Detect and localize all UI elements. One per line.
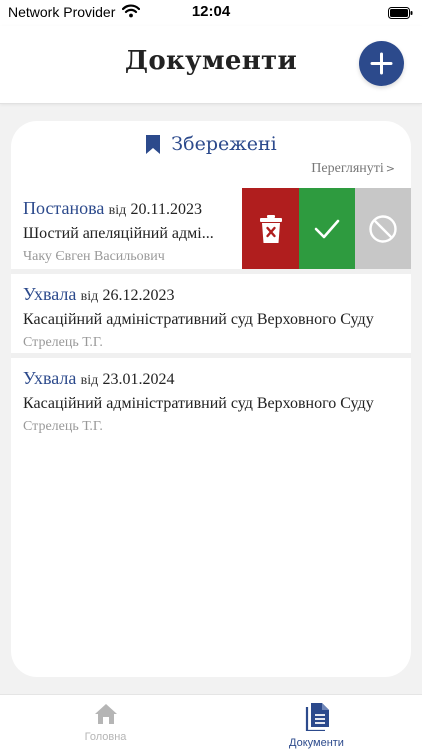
delete-button[interactable]	[242, 188, 299, 269]
date-prefix: від	[80, 289, 99, 304]
judge-name: Стрелець Т.Г.	[23, 335, 103, 350]
check-icon	[314, 219, 340, 238]
cancel-button[interactable]	[355, 188, 411, 269]
trash-icon	[259, 214, 282, 243]
court-name: Касаційний адміністративний суд Верховно…	[23, 311, 374, 328]
document-row[interactable]: Постанова від 20.11.2023 Шостий апеляцій…	[11, 188, 411, 269]
tab-home[interactable]: Головна	[0, 703, 211, 743]
viewed-link[interactable]: Переглянуті >	[311, 161, 395, 177]
judge-name: Стрелець Т.Г.	[23, 419, 103, 434]
document-date: 23.01.2024	[102, 371, 175, 388]
document-type: Ухвала	[23, 368, 77, 388]
app-header: Документи	[0, 26, 422, 104]
confirm-button[interactable]	[299, 188, 355, 269]
add-document-button[interactable]	[359, 41, 404, 86]
document-type: Постанова	[23, 198, 105, 218]
tab-home-label: Головна	[84, 731, 127, 743]
saved-title: Збережені	[171, 133, 277, 155]
document-icon	[305, 703, 329, 731]
viewed-link-label: Переглянуті	[311, 161, 384, 176]
document-row-content: Постанова від 20.11.2023 Шостий апеляцій…	[23, 198, 228, 265]
document-row-content: Ухвала від 23.01.2024 Касаційний адмініс…	[23, 368, 393, 435]
document-date: 20.11.2023	[130, 201, 202, 218]
block-icon	[369, 214, 397, 243]
court-name: Касаційний адміністративний суд Верховно…	[23, 395, 374, 412]
clock: 12:04	[191, 3, 231, 20]
document-date: 26.12.2023	[102, 287, 175, 304]
saved-section-header: Збережені	[11, 133, 411, 161]
judge-name: Чаку Євген Васильович	[23, 249, 165, 264]
home-icon	[94, 704, 117, 724]
date-prefix: від	[108, 203, 127, 218]
document-type: Ухвала	[23, 284, 77, 304]
tab-documents-label: Документи	[289, 737, 344, 749]
bookmark-icon	[146, 134, 161, 154]
tab-bar: Головна Документи	[0, 694, 422, 750]
status-bar: Network Provider 12:04	[0, 0, 422, 26]
document-row-content: Ухвала від 26.12.2023 Касаційний адмініс…	[23, 284, 393, 351]
document-row[interactable]: Ухвала від 23.01.2024 Касаційний адмініс…	[11, 358, 411, 438]
tab-documents[interactable]: Документи	[211, 703, 422, 749]
plus-icon	[370, 52, 393, 75]
documents-card: Збережені Переглянуті > Постанова від 20.…	[11, 121, 411, 677]
chevron-right-icon: >	[385, 162, 395, 175]
battery-icon	[388, 6, 413, 19]
document-row[interactable]: Ухвала від 26.12.2023 Касаційний адмініс…	[11, 274, 411, 353]
row-swipe-actions	[242, 188, 411, 269]
date-prefix: від	[80, 373, 99, 388]
court-name: Шостий апеляційний адмі...	[23, 225, 214, 242]
